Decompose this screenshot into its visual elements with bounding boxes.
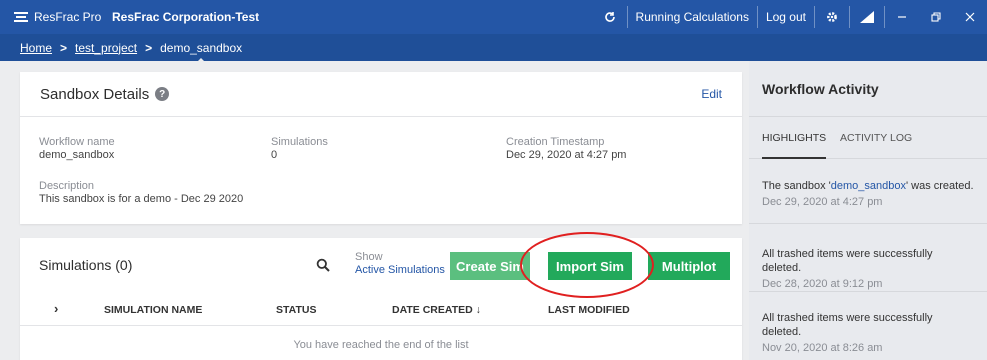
tab-highlights[interactable]: HIGHLIGHTS (762, 132, 827, 159)
import-sim-button[interactable]: Import Sim (548, 252, 632, 280)
column-last-modified[interactable]: LAST MODIFIED (548, 304, 630, 316)
create-sim-button[interactable]: Create Sim (450, 252, 530, 280)
simulations-table-header: › SIMULATION NAME STATUS DATE CREATED ↓ … (20, 294, 742, 326)
close-button[interactable] (953, 0, 987, 34)
activity-item: All trashed items were successfully dele… (749, 311, 987, 355)
field-value: Dec 29, 2020 at 4:27 pm (506, 149, 627, 161)
simulations-card: Simulations (0) Show Active Simulations … (20, 232, 742, 360)
breadcrumb-home[interactable]: Home (20, 41, 52, 55)
multiplot-button[interactable]: Multiplot (648, 252, 730, 280)
minimize-button[interactable] (885, 0, 919, 34)
activity-text: ' was created. (906, 180, 974, 192)
field-label: Workflow name (39, 136, 115, 148)
settings-button[interactable] (815, 0, 849, 34)
app-brand[interactable]: ResFrac Pro (14, 0, 101, 34)
divider (749, 291, 987, 292)
restore-button[interactable] (919, 0, 953, 34)
running-calculations-link[interactable]: Running Calculations (628, 0, 757, 34)
show-filter-label: Show (355, 251, 383, 263)
activity-time: Dec 28, 2020 at 9:12 pm (762, 278, 883, 290)
refresh-button[interactable] (593, 0, 627, 34)
signal-icon (860, 11, 874, 23)
activity-time: Nov 20, 2020 at 8:26 am (762, 342, 883, 354)
menu-logo-icon (14, 12, 28, 22)
column-status[interactable]: STATUS (276, 304, 316, 316)
card-title: Sandbox Details ? (40, 85, 170, 103)
company-name[interactable]: ResFrac Corporation-Test (112, 0, 259, 34)
activity-message: All trashed items were successfully dele… (762, 312, 933, 338)
field-value: 0 (271, 149, 278, 161)
breadcrumb-project[interactable]: test_project (75, 41, 137, 55)
breadcrumb: Home > test_project > demo_sandbox (0, 34, 987, 63)
activity-text: The sandbox ' (762, 180, 831, 192)
edit-link[interactable]: Edit (701, 87, 722, 101)
activity-message: The sandbox 'demo_sandbox' was created. (762, 179, 974, 193)
gear-icon (827, 12, 837, 22)
breadcrumb-current: demo_sandbox (160, 40, 243, 63)
title-bar-actions: Running Calculations Log out (593, 0, 987, 34)
field-value: This sandbox is for a demo - Dec 29 2020 (39, 193, 244, 205)
show-filter[interactable]: Show Active Simulations (355, 251, 445, 277)
divider (749, 223, 987, 224)
column-date-created[interactable]: DATE CREATED ↓ (392, 304, 481, 316)
simulations-count-field: Simulations 0 (271, 136, 328, 162)
field-value: demo_sandbox (39, 149, 115, 161)
signal-indicator (850, 0, 884, 34)
help-icon[interactable]: ? (155, 87, 170, 101)
activity-message: All trashed items were successfully dele… (762, 248, 933, 274)
column-date-created-label: DATE CREATED (392, 304, 473, 316)
sort-down-arrow-icon: ↓ (475, 304, 481, 316)
app-name: ResFrac Pro (34, 10, 102, 24)
sandbox-details-card: Sandbox Details ? Edit Workflow name dem… (20, 72, 742, 224)
field-label: Simulations (271, 136, 328, 148)
close-icon (965, 12, 975, 22)
field-label: Creation Timestamp (506, 136, 605, 148)
activity-item: The sandbox 'demo_sandbox' was created. … (749, 179, 987, 209)
activity-item: All trashed items were successfully dele… (749, 247, 987, 291)
search-icon[interactable] (316, 258, 330, 272)
end-of-list-message: You have reached the end of the list (293, 339, 469, 351)
description-field: Description This sandbox is for a demo -… (39, 180, 243, 206)
activity-tabs: HIGHLIGHTS ACTIVITY LOG (749, 117, 987, 159)
activity-time: Dec 29, 2020 at 4:27 pm (762, 196, 883, 208)
workflow-name-field: Workflow name demo_sandbox (39, 136, 115, 162)
workflow-activity-panel: Workflow Activity HIGHLIGHTS ACTIVITY LO… (749, 61, 987, 360)
activity-link[interactable]: demo_sandbox (831, 180, 906, 192)
tab-activity-log[interactable]: ACTIVITY LOG (840, 132, 912, 144)
workflow-activity-title: Workflow Activity (749, 61, 987, 117)
expand-all-chevron-icon[interactable]: › (54, 301, 58, 316)
sandbox-details-title: Sandbox Details (40, 85, 150, 103)
refresh-icon (604, 12, 615, 22)
minimize-icon (898, 16, 906, 18)
card-header: Sandbox Details ? Edit (20, 72, 742, 117)
creation-timestamp-field: Creation Timestamp Dec 29, 2020 at 4:27 … (506, 136, 626, 162)
show-filter-value[interactable]: Active Simulations (355, 264, 445, 277)
logout-link[interactable]: Log out (758, 0, 814, 34)
title-bar: ResFrac Pro ResFrac Corporation-Test Run… (0, 0, 987, 34)
chevron-right-icon: > (145, 40, 153, 55)
restore-icon (931, 12, 941, 22)
simulations-title: Simulations (0) (39, 257, 133, 273)
chevron-right-icon: > (60, 40, 68, 55)
column-simulation-name[interactable]: SIMULATION NAME (104, 304, 202, 316)
field-label: Description (39, 180, 95, 192)
